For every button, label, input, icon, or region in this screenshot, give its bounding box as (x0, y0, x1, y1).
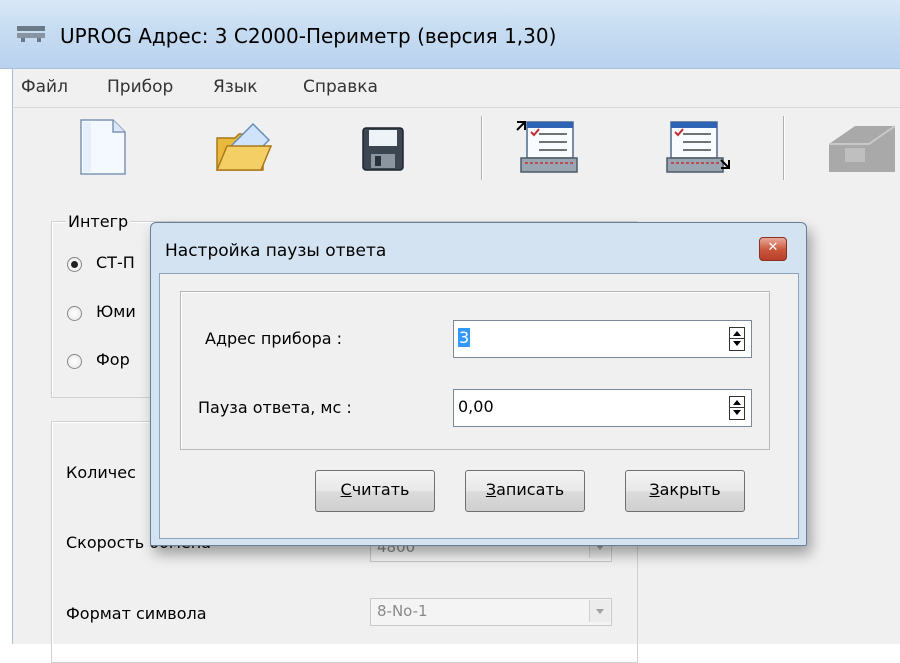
menu-language[interactable]: Язык (213, 77, 258, 97)
dialog-title: Настройка паузы ответа (165, 241, 387, 261)
close-icon: ✕ (767, 240, 779, 255)
toolbar (12, 107, 900, 189)
menu-file[interactable]: Файл (21, 77, 68, 97)
dialog-body: Адрес прибора : 3 Пауза ответа, мс : 0,0… (159, 273, 799, 539)
address-input[interactable]: 3 (458, 328, 471, 347)
write-config-icon[interactable] (663, 116, 730, 178)
radio-yumi[interactable] (67, 306, 82, 321)
pause-settings-dialog: Настройка паузы ответа ✕ Адрес прибора :… (150, 222, 807, 546)
spin-down-icon[interactable] (733, 341, 741, 346)
radio-for[interactable] (67, 354, 82, 369)
read-button[interactable]: Считать (315, 470, 435, 512)
address-spinner[interactable]: 3 (453, 320, 752, 358)
pause-label: Пауза ответа, мс : (198, 398, 352, 417)
char-format-value: 8-No-1 (377, 602, 428, 620)
close-button[interactable]: Закрыть (625, 470, 745, 512)
app-icon (17, 26, 45, 42)
pause-input[interactable]: 0,00 (458, 397, 494, 416)
read-config-icon[interactable] (513, 116, 578, 178)
open-folder-icon[interactable] (213, 116, 273, 178)
radio-label-for: Фор (96, 350, 130, 369)
spin-buttons[interactable] (729, 396, 745, 420)
radio-label-st-p: СТ-П (96, 253, 135, 272)
address-label: Адрес прибора : (205, 329, 342, 348)
spin-down-icon[interactable] (733, 410, 741, 415)
save-floppy-icon[interactable] (355, 116, 413, 178)
spin-buttons[interactable] (729, 327, 745, 351)
menu-help[interactable]: Справка (303, 77, 378, 97)
char-format-select[interactable]: 8-No-1 (370, 598, 612, 626)
spin-up-icon[interactable] (733, 331, 741, 336)
pause-spinner[interactable]: 0,00 (453, 389, 752, 427)
count-label: Количес (66, 463, 136, 482)
dialog-close-button[interactable]: ✕ (759, 237, 787, 261)
menu-bar: Файл Прибор Язык Справка (12, 69, 900, 107)
title-bar[interactable]: UPROG Адрес: 3 С2000-Периметр (версия 1,… (0, 0, 900, 69)
char-format-label: Формат символа (66, 604, 207, 623)
toolbar-separator (481, 116, 483, 180)
write-button[interactable]: Записать (465, 470, 585, 512)
radio-st-p[interactable] (67, 257, 82, 272)
device-disabled-icon[interactable] (825, 116, 896, 178)
toolbar-separator (783, 116, 785, 180)
chevron-down-icon[interactable] (589, 600, 610, 622)
window-title: UPROG Адрес: 3 С2000-Периметр (версия 1,… (60, 24, 557, 48)
new-document-icon[interactable] (75, 116, 133, 178)
radio-label-yumi: Юми (96, 302, 136, 321)
group-title: Интегр (66, 212, 131, 231)
menu-device[interactable]: Прибор (107, 77, 173, 97)
spin-up-icon[interactable] (733, 400, 741, 405)
